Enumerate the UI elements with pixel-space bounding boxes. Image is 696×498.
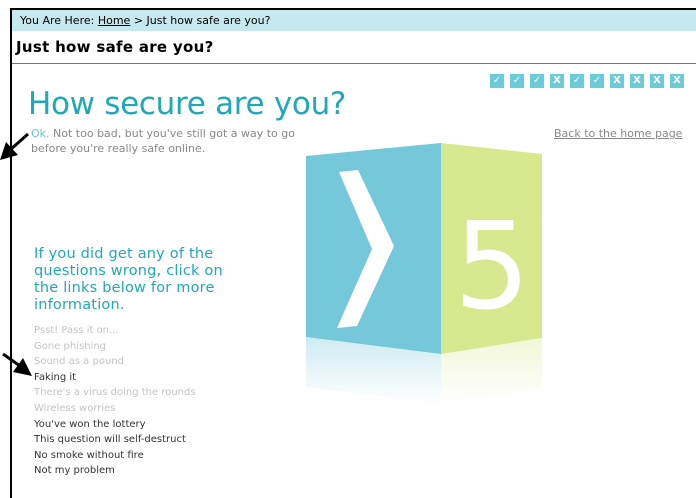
topic-link[interactable]: You've won the lottery [34,417,196,433]
progress-box: X [550,74,564,88]
breadcrumb-prefix: You Are Here: [20,14,95,27]
back-home-link[interactable]: Back to the home page [554,127,682,140]
result-summary: Ok. Not too bad, but you've still got a … [31,126,311,156]
progress-box: X [610,74,624,88]
result-summary-text: Not too bad, but you've still got a way … [31,127,296,155]
annotation-arrow [2,352,32,376]
progress-box: X [630,74,644,88]
progress-box: X [670,74,684,88]
divider [12,63,696,64]
result-rating: Ok. [31,127,50,140]
topic-links-list: Psst! Pass it on... Gone phishing Sound … [34,323,196,479]
topic-link[interactable]: Faking it [34,370,196,386]
result-title: How secure are you? [28,86,347,122]
topic-link[interactable]: Wireless worries [34,401,196,417]
topic-link[interactable]: Not my problem [34,463,196,479]
page-title: Just how safe are you? [16,38,214,56]
progress-box: ✓ [570,74,584,88]
progress-box: ✓ [530,74,544,88]
wrong-answers-heading: If you did get any of the questions wron… [34,246,223,313]
topic-link[interactable]: Gone phishing [34,339,196,355]
topic-link[interactable]: This question will self-destruct [34,432,196,448]
progress-box: ✓ [490,74,504,88]
breadcrumb: You Are Here: Home > Just how safe are y… [12,10,696,31]
breadcrumb-current: > Just how safe are you? [133,14,271,27]
topic-link[interactable]: Psst! Pass it on... [34,323,196,339]
topic-link[interactable]: Sound as a pound [34,354,196,370]
breadcrumb-home-link[interactable]: Home [98,14,130,27]
topic-link[interactable]: There's a virus doing the rounds [34,385,196,401]
progress-box: ✓ [510,74,524,88]
progress-box: X [650,74,664,88]
topic-link[interactable]: No smoke without fire [34,448,196,464]
progress-boxes: ✓ ✓ ✓ X ✓ ✓ X X X X [490,74,684,88]
score-value: 5 [454,198,530,337]
progress-box: ✓ [590,74,604,88]
score-cube: 5 [306,143,542,404]
annotation-arrow [0,132,29,160]
